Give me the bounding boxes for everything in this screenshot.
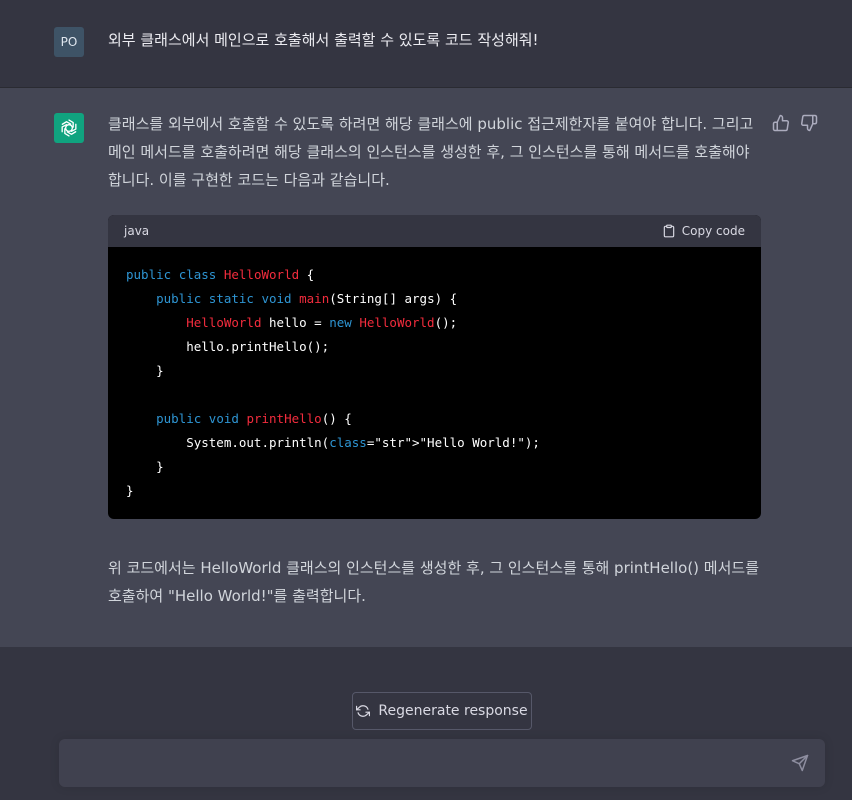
- thumbs-up-icon[interactable]: [772, 114, 790, 132]
- copy-code-button[interactable]: Copy code: [662, 223, 745, 239]
- user-avatar: PO: [54, 27, 84, 57]
- summary-paragraph: 위 코드에서는 HelloWorld 클래스의 인스턴스를 생성한 후, 그 인…: [108, 559, 759, 605]
- code-line: public void printHello() {: [156, 411, 352, 426]
- openai-logo-icon: [54, 113, 84, 143]
- user-message-row: PO 외부 클래스에서 메인으로 호출해서 출력할 수 있도록 코드 작성해줘!: [0, 0, 852, 88]
- copy-code-label: Copy code: [681, 224, 745, 238]
- assistant-answer-summary: 위 코드에서는 HelloWorld 클래스의 인스턴스를 생성한 후, 그 인…: [108, 554, 761, 610]
- send-icon[interactable]: [791, 754, 809, 772]
- code-language-label: java: [124, 224, 150, 238]
- feedback-buttons: [772, 114, 818, 132]
- code-content: public class HelloWorld { public static …: [108, 247, 761, 519]
- message-input[interactable]: [59, 739, 825, 787]
- code-line: public class HelloWorld {: [126, 267, 315, 282]
- code-line: HelloWorld hello = new HelloWorld();: [186, 315, 458, 330]
- code-line: System.out.println(class="str">"Hello Wo…: [126, 435, 540, 450]
- refresh-icon: [356, 704, 371, 718]
- code-block: java Copy code public class HelloWorld {…: [108, 215, 761, 519]
- assistant-message-row: 클래스를 외부에서 호출할 수 있도록 하려면 해당 클래스에 public 접…: [0, 88, 852, 647]
- code-line: public static void main(String[] args) {: [156, 291, 458, 306]
- code-header: java Copy code: [108, 215, 761, 247]
- regenerate-response-button[interactable]: Regenerate response: [352, 692, 532, 730]
- code-line: }: [126, 459, 164, 474]
- assistant-answer-intro: 클래스를 외부에서 호출할 수 있도록 하려면 해당 클래스에 public 접…: [108, 110, 761, 194]
- clipboard-icon: [662, 223, 676, 239]
- user-message-text: 외부 클래스에서 메인으로 호출해서 출력할 수 있도록 코드 작성해줘!: [108, 31, 539, 49]
- intro-paragraph: 클래스를 외부에서 호출할 수 있도록 하려면 해당 클래스에 public 접…: [108, 115, 754, 189]
- code-line: }: [126, 363, 164, 378]
- regenerate-label: Regenerate response: [378, 703, 528, 719]
- code-line: hello.printHello();: [126, 339, 330, 354]
- thumbs-down-icon[interactable]: [800, 114, 818, 132]
- composer-area: Regenerate response: [0, 648, 852, 800]
- code-line: }: [126, 483, 134, 498]
